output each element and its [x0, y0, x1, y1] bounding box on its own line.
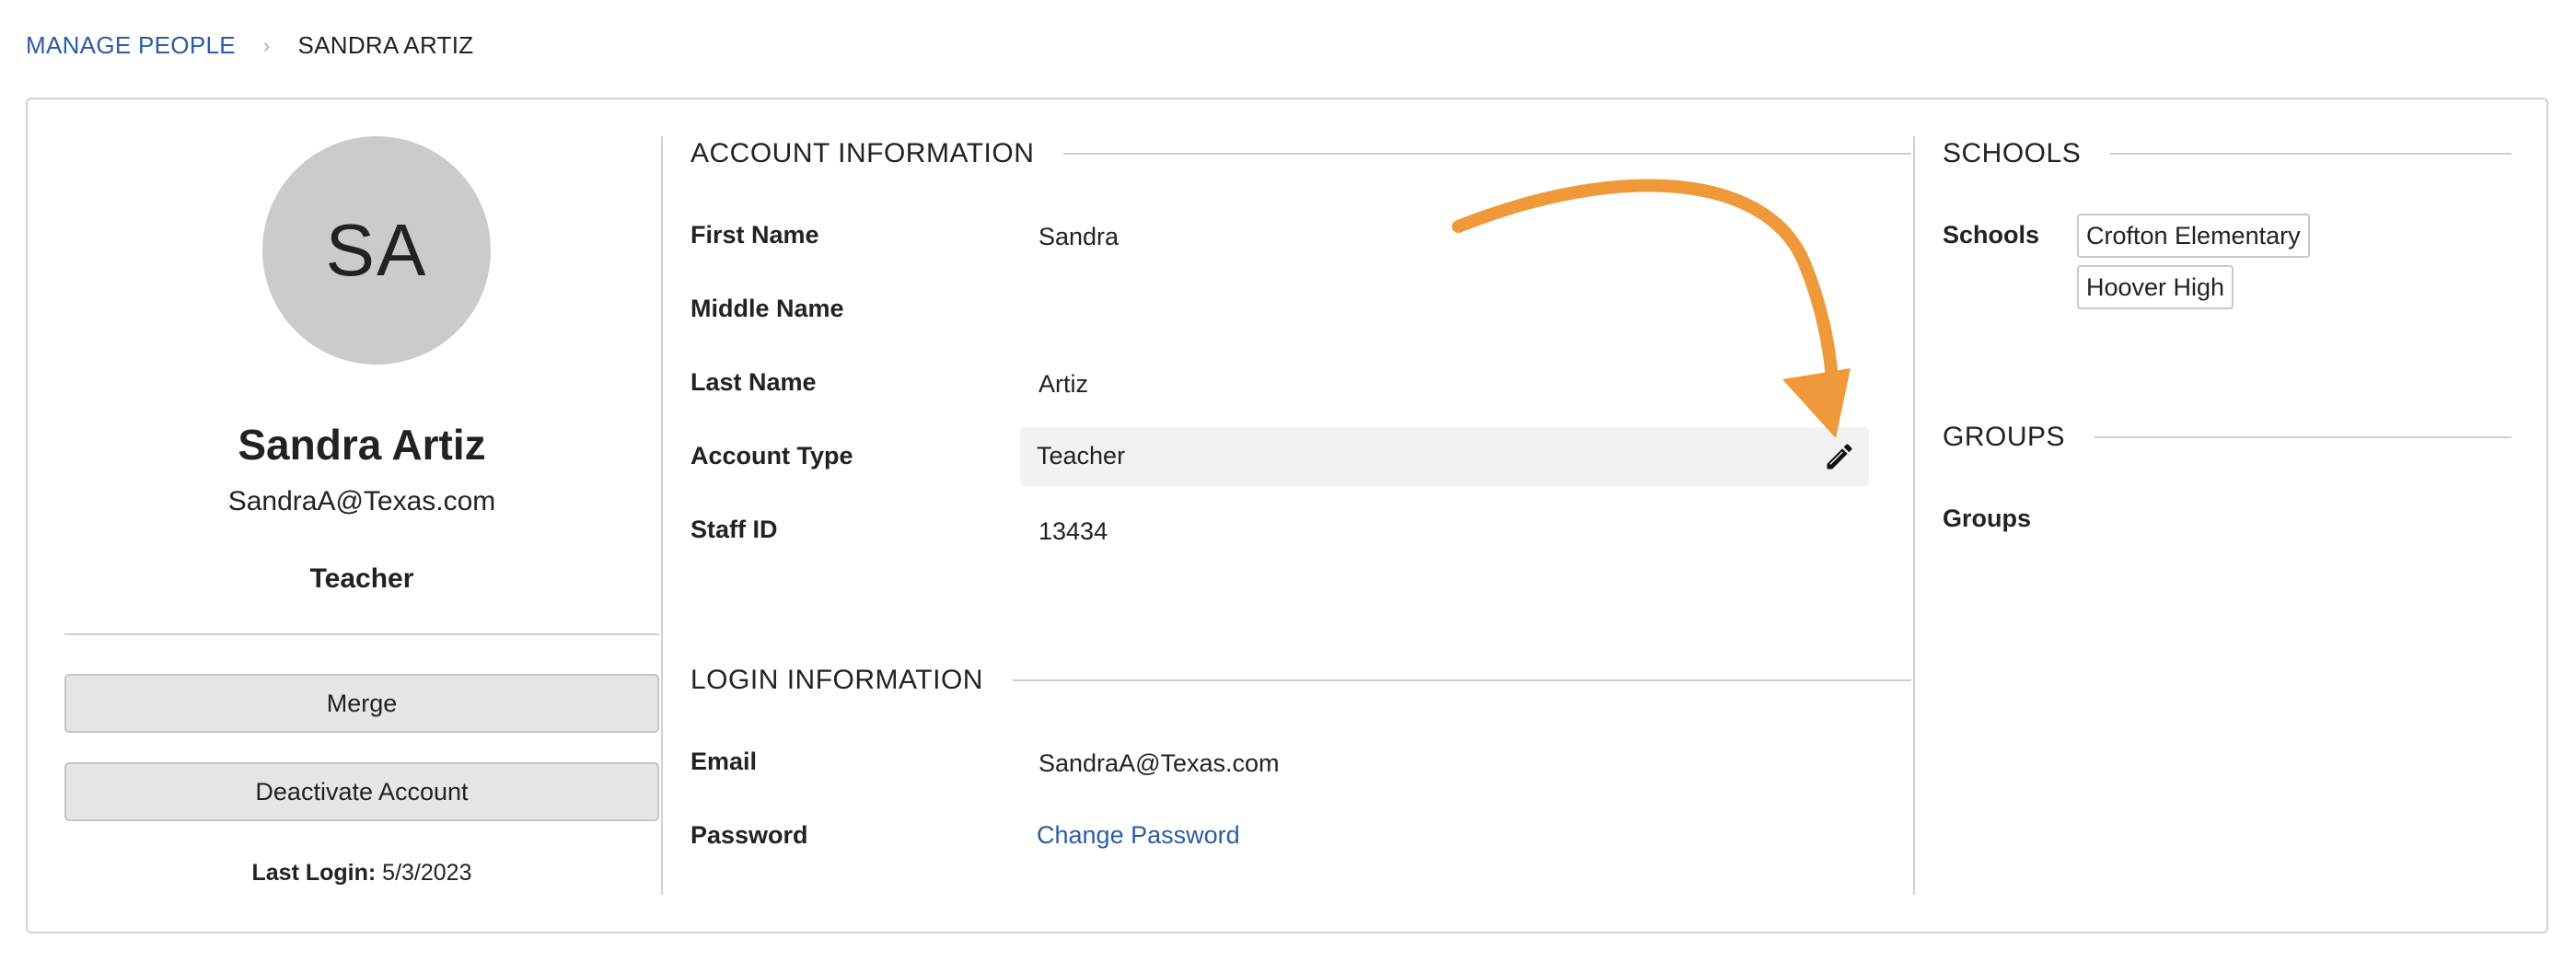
breadcrumb-manage-people-link[interactable]: MANAGE PEOPLE — [26, 31, 236, 60]
profile-divider — [64, 633, 659, 635]
account-information-header: ACCOUNT INFORMATION — [690, 138, 1911, 169]
groups-title: GROUPS — [1943, 422, 2066, 452]
avatar: SA — [262, 136, 491, 365]
profile-card: SA Sandra Artiz SandraA@Texas.com Teache… — [26, 98, 2548, 933]
email-label: Email — [690, 748, 758, 775]
login-information-title: LOGIN INFORMATION — [690, 665, 983, 695]
first-name-value: Sandra — [1039, 223, 1120, 250]
section-rule — [2110, 153, 2512, 155]
column-divider — [1913, 136, 1915, 895]
school-tag: Hoover High — [2077, 265, 2234, 309]
profile-email: SandraA@Texas.com — [227, 486, 496, 516]
section-rule — [2094, 436, 2512, 438]
last-login: Last Login: 5/3/2023 — [64, 860, 659, 887]
schools-title: SCHOOLS — [1943, 138, 2082, 168]
staff-id-label: Staff ID — [690, 516, 778, 543]
groups-header: GROUPS — [1943, 422, 2512, 453]
last-login-label: Last Login: — [251, 860, 377, 886]
merge-button[interactable]: Merge — [64, 674, 659, 733]
email-value: SandraA@Texas.com — [1039, 749, 1280, 777]
last-name-label: Last Name — [690, 368, 817, 396]
breadcrumb-current: SANDRA ARTIZ — [297, 31, 474, 59]
login-information-header: LOGIN INFORMATION — [690, 665, 1911, 696]
password-label: Password — [690, 821, 808, 849]
account-type-value: Teacher — [1037, 442, 1126, 470]
deactivate-account-button[interactable]: Deactivate Account — [64, 762, 659, 821]
section-rule — [1063, 153, 1911, 155]
account-information-title: ACCOUNT INFORMATION — [690, 138, 1035, 168]
first-name-label: First Name — [690, 221, 819, 249]
change-password-link[interactable]: Change Password — [1037, 821, 1240, 850]
pencil-icon[interactable] — [1823, 440, 1856, 473]
profile-role: Teacher — [309, 563, 414, 594]
schools-label: Schools — [1943, 221, 2040, 249]
account-type-label: Account Type — [690, 442, 853, 470]
breadcrumb: MANAGE PEOPLE › SANDRA ARTIZ — [26, 31, 473, 60]
last-login-value: 5/3/2023 — [382, 860, 472, 886]
section-rule — [1012, 679, 1911, 681]
chevron-right-icon: › — [262, 33, 271, 57]
schools-header: SCHOOLS — [1943, 138, 2512, 169]
school-tag: Crofton Elementary — [2077, 214, 2310, 258]
account-type-field[interactable]: Teacher — [1020, 427, 1869, 486]
column-divider — [661, 136, 663, 895]
middle-name-label: Middle Name — [690, 295, 844, 322]
groups-label: Groups — [1943, 504, 2032, 532]
last-name-value: Artiz — [1039, 370, 1088, 398]
profile-name: Sandra Artiz — [238, 421, 486, 469]
profile-summary: SA Sandra Artiz SandraA@Texas.com Teache… — [64, 99, 659, 932]
staff-id-value: 13434 — [1039, 517, 1108, 545]
